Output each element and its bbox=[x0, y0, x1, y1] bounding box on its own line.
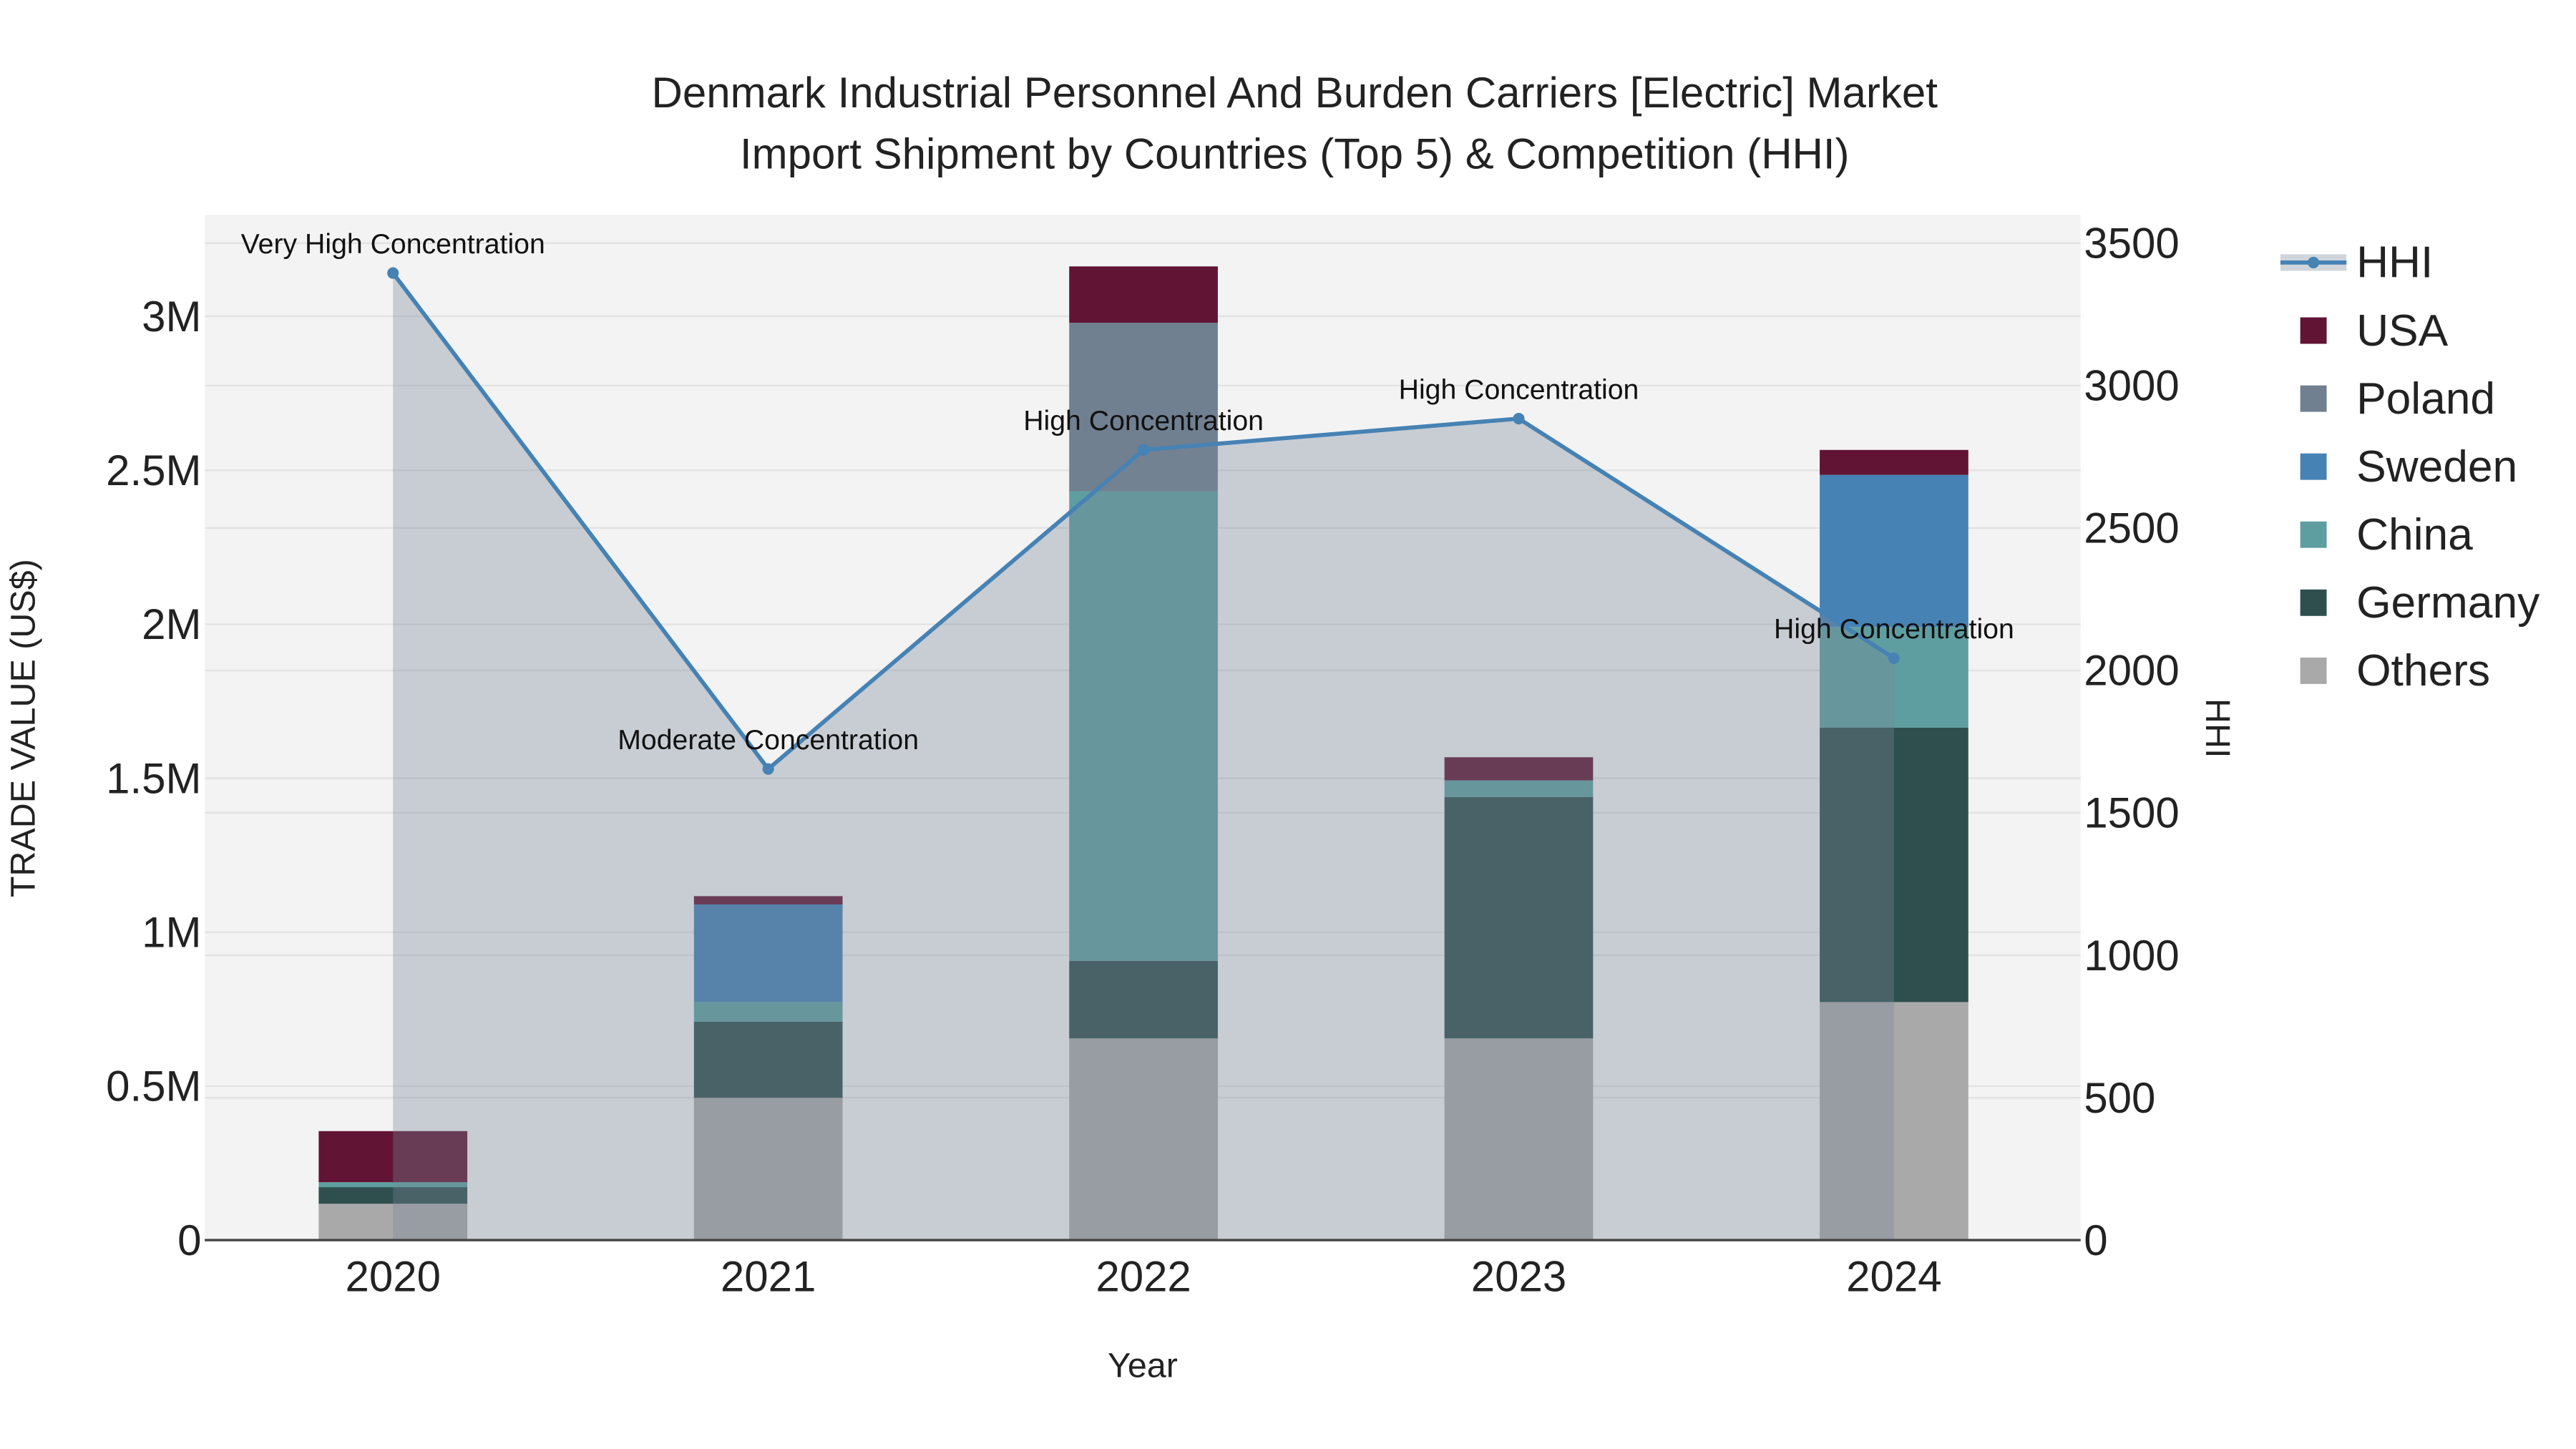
legend: HHI USA Poland Sweden China Germany Others bbox=[2280, 238, 2540, 696]
bar-usa-2024 bbox=[1820, 449, 1968, 475]
x-axis-ticks: 2020 2021 2022 2023 2024 bbox=[345, 1253, 1941, 1301]
y2-axis-ticks: 0 500 1000 1500 2000 2500 3000 3500 bbox=[2084, 220, 2179, 1264]
y-tick-label: 0.5M bbox=[106, 1063, 201, 1111]
legend-swatch bbox=[2300, 317, 2327, 344]
legend-item-china[interactable]: China bbox=[2300, 510, 2474, 560]
legend-hhi-marker-icon bbox=[2308, 256, 2320, 268]
legend-label: Poland bbox=[2356, 374, 2495, 424]
bar-sweden-2024 bbox=[1820, 474, 1968, 628]
legend-label: Others bbox=[2356, 646, 2490, 696]
y2-axis-title: HHI bbox=[2198, 698, 2237, 758]
legend-label: Germany bbox=[2356, 578, 2540, 628]
legend-label: HHI bbox=[2356, 238, 2433, 288]
legend-swatch bbox=[2300, 589, 2327, 616]
x-tick-label: 2020 bbox=[345, 1253, 440, 1301]
legend-swatch bbox=[2300, 657, 2327, 684]
y2-tick-label: 2000 bbox=[2084, 647, 2179, 695]
y-tick-label: 2.5M bbox=[106, 447, 201, 494]
legend-item-germany[interactable]: Germany bbox=[2300, 578, 2540, 628]
hhi-point-2020 bbox=[387, 267, 399, 279]
legend-swatch bbox=[2300, 521, 2327, 548]
y2-tick-label: 1000 bbox=[2084, 932, 2179, 980]
legend-swatch bbox=[2300, 385, 2327, 412]
y2-tick-label: 3500 bbox=[2084, 220, 2179, 268]
x-tick-label: 2023 bbox=[1471, 1253, 1566, 1301]
y-tick-label: 3M bbox=[142, 293, 201, 341]
hhi-trade-chart: Denmark Industrial Personnel And Burden … bbox=[4, 69, 2540, 1385]
legend-label: USA bbox=[2356, 306, 2449, 356]
hhi-point-2022 bbox=[1138, 444, 1150, 456]
legend-item-usa[interactable]: USA bbox=[2300, 306, 2449, 356]
y-tick-label: 0 bbox=[177, 1216, 201, 1264]
x-axis-title: Year bbox=[1108, 1347, 1178, 1385]
y2-tick-label: 0 bbox=[2084, 1216, 2107, 1264]
chart-title-line1: Denmark Industrial Personnel And Burden … bbox=[652, 69, 1938, 117]
hhi-point-2021 bbox=[762, 763, 774, 775]
chart-title-line2: Import Shipment by Countries (Top 5) & C… bbox=[740, 130, 1850, 177]
hhi-annotation: High Concentration bbox=[1399, 374, 1639, 405]
legend-swatch bbox=[2300, 453, 2327, 480]
legend-item-hhi[interactable]: HHI bbox=[2280, 238, 2433, 288]
y2-tick-label: 3000 bbox=[2084, 362, 2179, 410]
hhi-point-2023 bbox=[1513, 412, 1525, 425]
y2-tick-label: 2500 bbox=[2084, 504, 2179, 552]
legend-label: China bbox=[2356, 510, 2473, 560]
legend-item-others[interactable]: Others bbox=[2300, 646, 2490, 696]
hhi-annotation: Very High Concentration bbox=[241, 228, 545, 260]
x-tick-label: 2024 bbox=[1846, 1253, 1941, 1301]
y2-tick-label: 1500 bbox=[2084, 789, 2179, 837]
hhi-point-2024 bbox=[1888, 652, 1900, 664]
legend-label: Sweden bbox=[2356, 442, 2517, 492]
y-tick-label: 2M bbox=[142, 600, 201, 648]
y-tick-label: 1M bbox=[142, 908, 201, 956]
y-axis-title: TRADE VALUE (US$) bbox=[4, 559, 42, 897]
y2-tick-label: 500 bbox=[2084, 1074, 2155, 1122]
y-tick-label: 1.5M bbox=[106, 754, 201, 802]
y-axis-ticks: 0 0.5M 1M 1.5M 2M 2.5M 3M bbox=[106, 293, 201, 1264]
hhi-annotation: High Concentration bbox=[1774, 613, 2014, 645]
bar-usa-2022 bbox=[1069, 266, 1218, 323]
legend-item-poland[interactable]: Poland bbox=[2300, 374, 2495, 424]
legend-item-sweden[interactable]: Sweden bbox=[2300, 442, 2518, 492]
x-tick-label: 2021 bbox=[721, 1253, 816, 1301]
x-tick-label: 2022 bbox=[1096, 1253, 1191, 1301]
hhi-annotation: Moderate Concentration bbox=[618, 724, 919, 756]
hhi-annotation: High Concentration bbox=[1023, 405, 1264, 436]
